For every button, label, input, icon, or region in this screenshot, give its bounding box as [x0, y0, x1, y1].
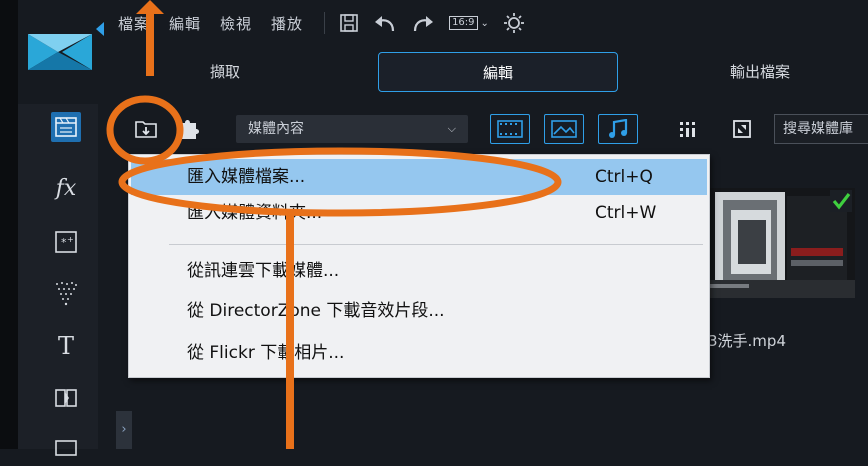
pip-icon[interactable]: * + — [48, 224, 84, 260]
chevron-down-icon: ⌄ — [480, 17, 489, 29]
dropdown-value: 媒體內容 — [248, 121, 304, 137]
menu-item-download-cyberlink-cloud[interactable]: 從訊連雲下載媒體... — [131, 253, 707, 289]
import-context-menu: 匯入媒體檔案... Ctrl+Q 匯入媒體資料夾... Ctrl+W 從訊連雲下… — [128, 154, 710, 378]
search-media-input[interactable]: 搜尋媒體庫 — [774, 114, 868, 144]
in-use-check-icon — [830, 190, 852, 212]
media-content-dropdown[interactable]: 媒體內容 ⌵ — [236, 115, 468, 143]
menu-play[interactable]: 播放 — [271, 13, 303, 34]
filter-video-button[interactable] — [490, 114, 530, 144]
media-filename: 3洗手.mp4 — [708, 332, 786, 350]
svg-text:+: + — [67, 235, 74, 244]
menu-item-download-flickr[interactable]: 從 Flickr 下載相片... — [131, 335, 707, 371]
filter-audio-button[interactable] — [598, 114, 638, 144]
room-bar: fx * + T — [18, 104, 98, 456]
menu-item-label: 從 Flickr 下載相片... — [187, 343, 345, 363]
redo-icon[interactable] — [411, 10, 435, 36]
menu-separator — [324, 12, 326, 34]
expand-panel-handle[interactable]: › — [116, 411, 132, 449]
plugin-icon[interactable] — [174, 116, 202, 142]
menu-item-shortcut: Ctrl+W — [595, 203, 657, 223]
aspect-ratio-label: 16:9 — [449, 16, 478, 30]
menu-item-import-media-file[interactable]: 匯入媒體檔案... Ctrl+Q — [131, 159, 707, 195]
menu-item-download-directorzone[interactable]: 從 DirectorZone 下載音效片段... — [131, 293, 707, 329]
left-rail — [0, 0, 18, 449]
tab-capture[interactable]: 擷取 — [170, 52, 280, 92]
import-media-icon[interactable] — [132, 116, 160, 142]
menu-item-import-media-folder[interactable]: 匯入媒體資料夾... Ctrl+W — [131, 195, 707, 231]
menu-view[interactable]: 檢視 — [220, 13, 252, 34]
transition-icon[interactable] — [48, 380, 84, 416]
menu-edit[interactable]: 編輯 — [169, 13, 201, 34]
grid-view-icon[interactable] — [674, 116, 702, 142]
menu-separator — [169, 244, 703, 245]
menu-item-label: 匯入媒體資料夾... — [187, 203, 323, 223]
aspect-ratio-icon[interactable]: 16:9 ⌄ — [449, 10, 489, 36]
library-toolbar: 媒體內容 ⌵ 搜尋媒體庫 — [98, 104, 868, 152]
mode-tabs: 擷取 編輯 輸出檔案 — [110, 52, 868, 96]
menu-item-label: 從 DirectorZone 下載音效片段... — [187, 301, 445, 321]
undo-icon[interactable] — [373, 10, 397, 36]
media-room-icon[interactable] — [51, 112, 81, 142]
app-logo — [28, 30, 92, 74]
particle-icon[interactable] — [48, 276, 84, 312]
menu-bar: 檔案 編輯 檢視 播放 16:9 ⌄ — [118, 8, 539, 38]
menu-file[interactable]: 檔案 — [118, 13, 150, 34]
tab-produce[interactable]: 輸出檔案 — [695, 52, 825, 92]
tab-edit[interactable]: 編輯 — [378, 52, 618, 92]
fx-icon[interactable]: fx — [48, 170, 84, 206]
menu-item-shortcut: Ctrl+Q — [595, 167, 653, 187]
menu-item-label: 匯入媒體檔案... — [187, 167, 306, 187]
settings-icon[interactable] — [503, 10, 525, 36]
title-icon[interactable]: T — [48, 328, 84, 364]
chevron-down-icon: ⌵ — [447, 122, 456, 135]
save-icon[interactable] — [339, 10, 359, 36]
filter-image-button[interactable] — [544, 114, 584, 144]
enlarge-icon[interactable] — [728, 116, 756, 142]
audio-mixer-icon[interactable] — [48, 430, 84, 466]
active-room-indicator — [96, 22, 104, 36]
menu-item-label: 從訊連雲下載媒體... — [187, 261, 340, 281]
